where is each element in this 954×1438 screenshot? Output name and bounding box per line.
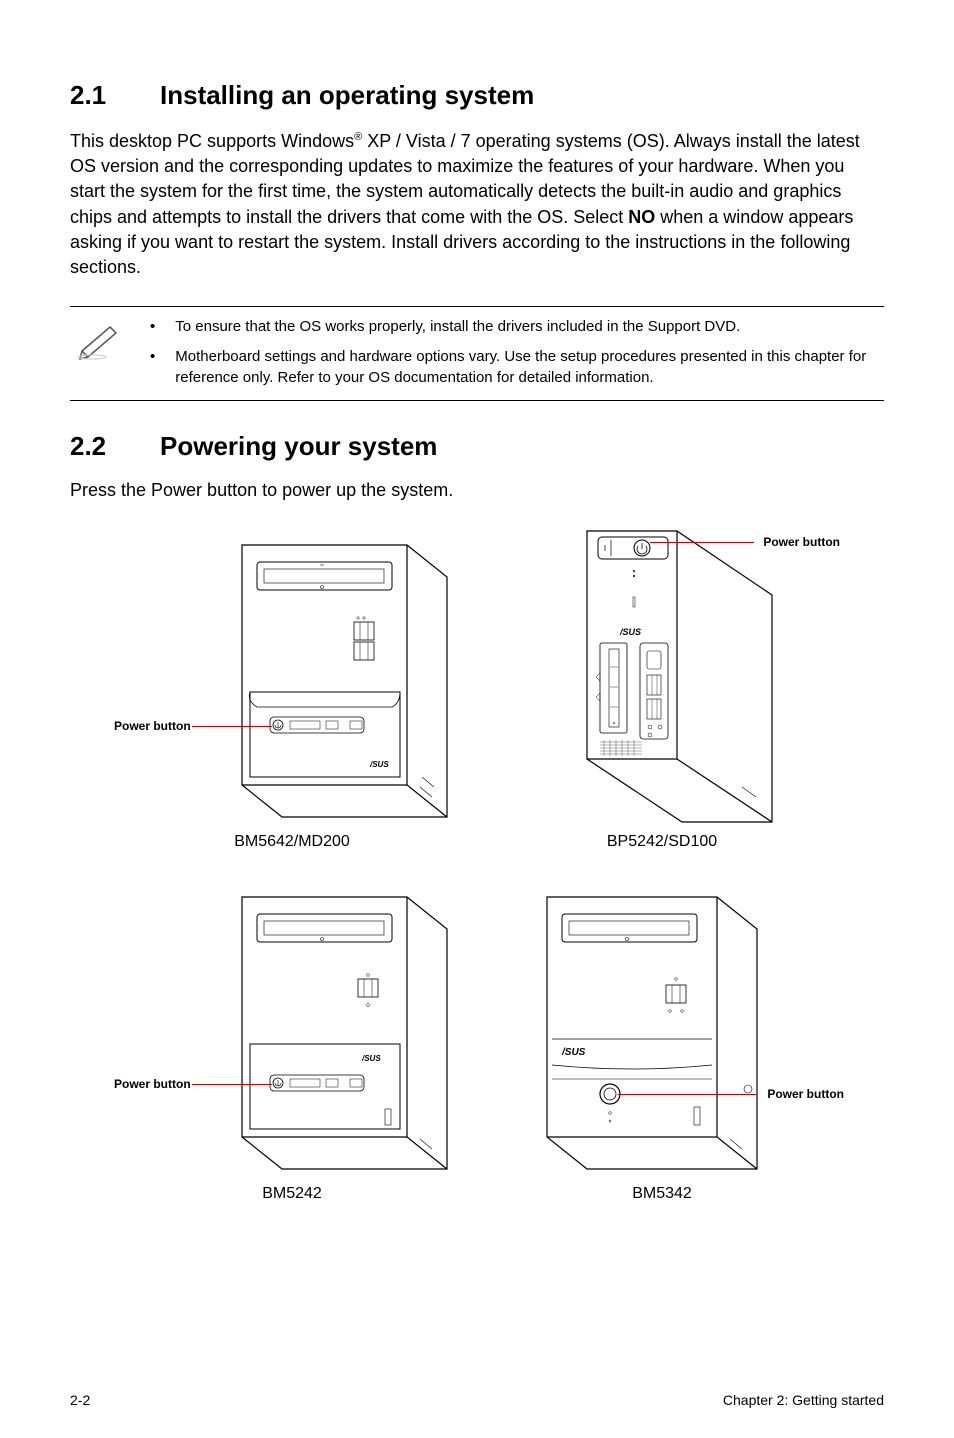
callout-line <box>192 726 272 727</box>
power-button-label: Power button <box>767 1087 844 1101</box>
svg-text:/SUS: /SUS <box>361 1054 381 1063</box>
power-button-label: Power button <box>114 1077 191 1091</box>
desktop-bm5342-illustration: /SUS <box>492 879 832 1179</box>
figures: Power button <box>70 517 884 1221</box>
note-text-0: To ensure that the OS works properly, in… <box>175 317 884 337</box>
caption-fig1: BM5642/MD200 <box>122 833 462 851</box>
bullet: • <box>150 317 155 337</box>
caption-fig4: BM5342 <box>492 1185 832 1203</box>
callout-line <box>618 1094 756 1095</box>
note-item: • To ensure that the OS works properly, … <box>150 317 884 337</box>
page-number: 2-2 <box>70 1392 90 1408</box>
caption-fig3: BM5242 <box>122 1185 462 1203</box>
svg-text:/SUS: /SUS <box>561 1047 586 1058</box>
intro-bold: NO <box>628 207 655 227</box>
callout-line <box>192 1084 272 1085</box>
svg-text:/SUS: /SUS <box>369 760 389 769</box>
svg-text:/SUS: /SUS <box>619 627 641 637</box>
page-footer: 2-2 Chapter 2: Getting started <box>70 1392 884 1408</box>
power-button-label: Power button <box>763 535 840 549</box>
section-1-text: Installing an operating system <box>160 80 534 110</box>
section-2-number: 2.2 <box>70 431 160 462</box>
section-2-text: Powering your system <box>160 431 437 461</box>
note-block: • To ensure that the OS works properly, … <box>70 306 884 401</box>
bullet: • <box>150 347 155 388</box>
intro-pre: This desktop PC supports Windows <box>70 131 354 151</box>
intro-paragraph: This desktop PC supports Windows® XP / V… <box>70 129 884 280</box>
power-button-label: Power button <box>114 719 191 733</box>
desktop-bm5642-illustration: /SUS <box>122 527 462 827</box>
pencil-icon <box>70 317 130 366</box>
callout-line <box>650 542 754 543</box>
caption-fig2: BP5242/SD100 <box>492 833 832 851</box>
note-list: • To ensure that the OS works properly, … <box>150 317 884 388</box>
section-1-title: 2.1Installing an operating system <box>70 80 884 111</box>
note-text-1: Motherboard settings and hardware option… <box>175 347 884 388</box>
desktop-bm5242-illustration: /SUS <box>122 879 462 1179</box>
note-item: • Motherboard settings and hardware opti… <box>150 347 884 388</box>
section-2-paragraph: Press the Power button to power up the s… <box>70 480 884 501</box>
section-1-number: 2.1 <box>70 80 160 111</box>
chapter-title: Chapter 2: Getting started <box>723 1392 884 1408</box>
desktop-bp5242-illustration: /SUS <box>492 527 832 827</box>
section-2-title: 2.2Powering your system <box>70 431 884 462</box>
